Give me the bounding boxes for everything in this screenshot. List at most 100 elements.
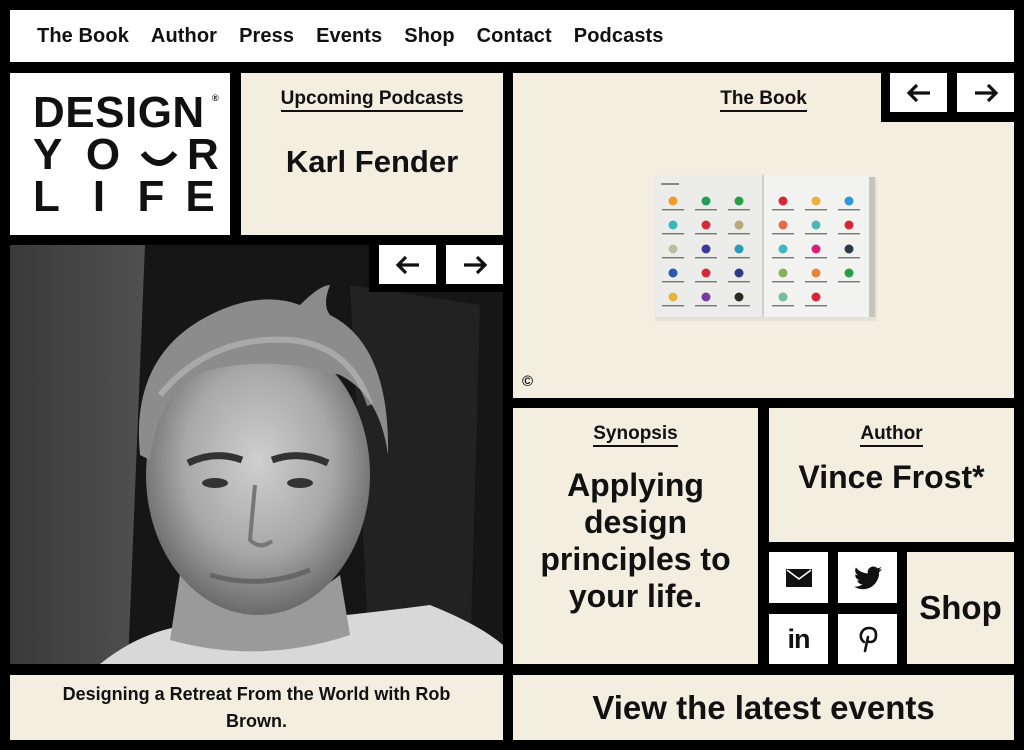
photo-carousel-controls	[369, 245, 503, 292]
book-dot	[778, 292, 788, 302]
logo-line-design: DESIGN	[33, 88, 205, 137]
mail-icon	[785, 568, 812, 587]
nav-author[interactable]: Author	[151, 25, 217, 48]
book-dot	[811, 292, 821, 302]
logo-line-life: L I F E	[33, 172, 215, 221]
book-dot	[844, 220, 854, 230]
book-dot	[811, 268, 821, 278]
registered-mark: ®	[212, 93, 219, 103]
book-dot-caption	[695, 281, 717, 283]
pinterest-button[interactable]	[838, 614, 897, 664]
book-dot	[811, 244, 821, 254]
synopsis-panel: Synopsis Applying design principles to y…	[513, 408, 758, 664]
nav-contact[interactable]: Contact	[477, 25, 552, 48]
book-dot-caption	[772, 305, 794, 307]
logo-line-your: Y O R	[33, 130, 219, 179]
book-dot-caption	[728, 233, 750, 235]
nav-shop[interactable]: Shop	[404, 25, 454, 48]
book-dot-caption	[805, 305, 827, 307]
portrait-image	[10, 245, 503, 664]
view-events-button[interactable]: View the latest events	[513, 675, 1014, 740]
book-dot-caption	[662, 305, 684, 307]
book-dot	[701, 244, 711, 254]
twitter-button[interactable]	[838, 552, 897, 603]
book-dot	[734, 292, 744, 302]
book-dot	[844, 244, 854, 254]
photo-prev-button[interactable]	[379, 245, 436, 284]
author-panel: Author Vince Frost*	[769, 408, 1014, 542]
book-dot-caption	[838, 257, 860, 259]
book-dot-caption	[695, 209, 717, 211]
smile-icon	[131, 135, 187, 177]
shop-button[interactable]: Shop	[907, 552, 1014, 664]
podcast-caption-link[interactable]: Designing a Retreat From the World with …	[10, 675, 503, 740]
linkedin-button[interactable]: in	[769, 614, 828, 664]
arrow-left-icon	[395, 255, 419, 274]
book-dot-caption	[662, 281, 684, 283]
arrow-right-icon	[974, 83, 998, 102]
email-button[interactable]	[769, 552, 828, 603]
book-dot	[668, 292, 678, 302]
book-dot-caption	[728, 209, 750, 211]
book-dot-caption	[805, 233, 827, 235]
arrow-right-icon	[463, 255, 487, 274]
book-dot-caption	[772, 257, 794, 259]
upcoming-podcasts-panel: Upcoming Podcasts Karl Fender	[241, 73, 503, 235]
nav-the-book[interactable]: The Book	[37, 25, 129, 48]
book-dot	[701, 220, 711, 230]
linkedin-icon: in	[787, 623, 811, 654]
nav-press[interactable]: Press	[239, 25, 294, 48]
book-dot	[734, 196, 744, 206]
top-navigation: The Book Author Press Events Shop Contac…	[10, 10, 1014, 62]
author-name[interactable]: Vince Frost*	[769, 459, 1014, 496]
book-dot	[844, 268, 854, 278]
nav-podcasts[interactable]: Podcasts	[574, 25, 664, 48]
podcast-guest-name[interactable]: Karl Fender	[241, 144, 503, 180]
book-carousel-controls	[881, 73, 1014, 122]
book-dot	[668, 220, 678, 230]
book-dot	[734, 220, 744, 230]
book-dot-caption	[805, 257, 827, 259]
book-dot	[668, 268, 678, 278]
book-dot-caption	[838, 233, 860, 235]
the-book-heading[interactable]: The Book	[720, 89, 807, 112]
book-dot	[668, 244, 678, 254]
synopsis-text: Applying design principles to your life.	[540, 467, 731, 614]
twitter-icon	[853, 565, 882, 589]
book-dot	[701, 268, 711, 278]
book-dot-caption	[662, 257, 684, 259]
nav-events[interactable]: Events	[316, 25, 382, 48]
copyright-icon[interactable]: ©	[522, 373, 533, 390]
book-dot-caption	[728, 281, 750, 283]
upcoming-podcasts-heading[interactable]: Upcoming Podcasts	[280, 89, 464, 112]
site-logo[interactable]: DESIGN ® Y O R L I F E	[10, 73, 230, 235]
book-dot-caption	[805, 209, 827, 211]
author-photo[interactable]	[10, 245, 503, 664]
the-book-panel: The Book ©	[513, 73, 1014, 398]
book-dot-caption	[695, 233, 717, 235]
book-dot-caption	[772, 233, 794, 235]
book-dot-caption	[695, 257, 717, 259]
synopsis-heading[interactable]: Synopsis	[593, 424, 678, 447]
book-dot	[734, 244, 744, 254]
book-dot	[668, 196, 678, 206]
book-dot	[734, 268, 744, 278]
book-dot	[778, 268, 788, 278]
book-dot	[701, 196, 711, 206]
book-dot	[811, 220, 821, 230]
book-dot	[701, 292, 711, 302]
book-dot-caption	[728, 305, 750, 307]
book-dot	[778, 196, 788, 206]
book-dot	[844, 196, 854, 206]
book-prev-button[interactable]	[890, 73, 947, 112]
book-dot-caption	[838, 209, 860, 211]
book-dot-caption	[695, 305, 717, 307]
book-dot	[811, 196, 821, 206]
photo-next-button[interactable]	[446, 245, 503, 284]
book-dot-caption	[772, 209, 794, 211]
book-dot-caption	[805, 281, 827, 283]
book-dot-caption	[662, 233, 684, 235]
author-heading[interactable]: Author	[860, 424, 923, 447]
book-image[interactable]	[651, 173, 879, 323]
book-next-button[interactable]	[957, 73, 1014, 112]
